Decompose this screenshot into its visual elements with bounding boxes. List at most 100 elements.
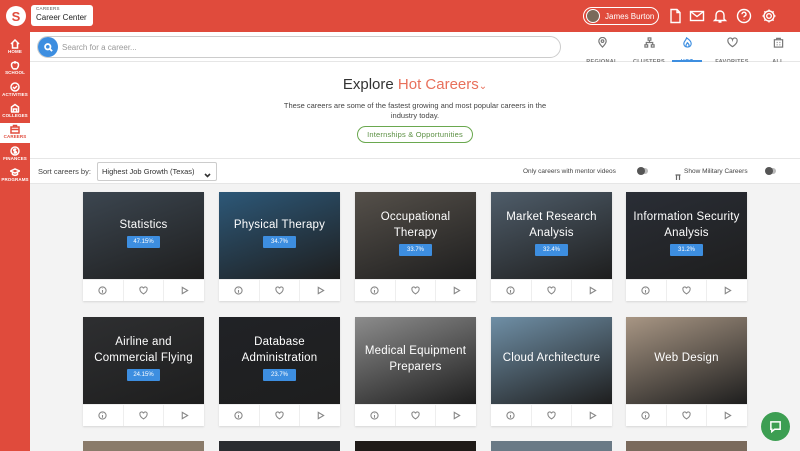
military-toggle-label: Show Military Careers — [684, 168, 748, 175]
favorite-button[interactable] — [260, 405, 301, 426]
career-title: Database — [254, 336, 305, 348]
career-card[interactable]: Market Research Analysis 32.4% — [491, 192, 612, 301]
career-card[interactable]: Occupational Therapy 33.7% — [355, 192, 476, 301]
favorite-button[interactable] — [532, 280, 573, 301]
sidebar-item-activities[interactable]: ACTIVITIES — [0, 81, 30, 101]
favorite-button[interactable] — [396, 405, 437, 426]
career-card[interactable]: Physical Therapy 34.7% — [219, 192, 340, 301]
sidebar-item-colleges[interactable]: COLLEGES — [0, 102, 30, 122]
mail-icon[interactable] — [689, 8, 705, 24]
career-title: Occupational — [380, 211, 451, 223]
info-button[interactable] — [219, 405, 260, 426]
bell-icon[interactable] — [712, 8, 728, 24]
video-button[interactable] — [572, 405, 612, 426]
video-button[interactable] — [436, 405, 476, 426]
info-button[interactable] — [83, 405, 124, 426]
career-card[interactable] — [491, 441, 612, 451]
sidebar-item-home[interactable]: HOME — [0, 38, 30, 58]
heart-icon — [682, 411, 691, 420]
sidebar-item-school[interactable]: SCHOOL — [0, 59, 30, 79]
document-icon[interactable] — [667, 8, 683, 24]
favorite-button[interactable] — [124, 405, 165, 426]
favorite-button[interactable] — [532, 405, 573, 426]
chat-button[interactable] — [761, 412, 790, 441]
career-card[interactable]: Airline and Commercial Flying 24.15% — [83, 317, 204, 426]
title-prefix: Explore — [342, 76, 394, 93]
info-icon — [370, 286, 379, 295]
sidebar-item-finances[interactable]: FINANCES — [0, 145, 30, 165]
career-card[interactable] — [626, 441, 747, 451]
card-actions — [626, 404, 747, 426]
info-button[interactable] — [626, 405, 667, 426]
tab-favorites[interactable]: FAVORITES — [711, 32, 753, 65]
tab-clusters[interactable]: CLUSTERS — [630, 32, 668, 65]
info-button[interactable] — [355, 280, 396, 301]
sort-select[interactable]: Highest Job Growth (Texas) — [97, 162, 217, 181]
career-card[interactable]: Cloud Architecture — [491, 317, 612, 426]
favorite-button[interactable] — [260, 280, 301, 301]
career-card[interactable] — [83, 441, 204, 451]
tab-regional[interactable]: REGIONAL — [582, 32, 622, 65]
info-button[interactable] — [626, 280, 667, 301]
video-button[interactable] — [300, 280, 340, 301]
play-icon — [317, 286, 325, 295]
career-card[interactable] — [355, 441, 476, 451]
info-icon — [98, 411, 107, 420]
sidebar-item-careers[interactable]: CAREERS — [0, 123, 30, 143]
favorite-button[interactable] — [667, 280, 708, 301]
info-icon — [370, 411, 379, 420]
internships-button[interactable]: Internships & Opportunities — [357, 126, 473, 143]
career-card[interactable]: Medical Equipment Preparers — [355, 317, 476, 426]
sidebar-item-label: PROGRAMS — [1, 177, 29, 182]
info-button[interactable] — [219, 280, 260, 301]
tab-hot[interactable]: HOT — [672, 32, 702, 65]
video-button[interactable] — [300, 405, 340, 426]
video-button[interactable] — [707, 405, 747, 426]
career-card[interactable] — [219, 441, 340, 451]
info-icon — [641, 411, 650, 420]
mentor-toggle[interactable] — [637, 167, 648, 175]
info-button[interactable] — [491, 405, 532, 426]
search-icon — [43, 42, 53, 52]
heart-icon — [726, 37, 738, 48]
card-actions — [83, 279, 204, 301]
info-button[interactable] — [491, 280, 532, 301]
video-button[interactable] — [436, 280, 476, 301]
growth-badge: 34.7% — [263, 236, 296, 248]
building-icon — [10, 103, 20, 113]
career-title: Medical Equipment — [364, 345, 467, 357]
favorite-button[interactable] — [667, 405, 708, 426]
career-card[interactable]: Web Design — [626, 317, 747, 426]
heart-icon — [275, 411, 284, 420]
help-icon[interactable] — [736, 8, 752, 24]
hero-section: Explore Hot Careers⌄ These careers are s… — [30, 62, 800, 158]
info-button[interactable] — [355, 405, 396, 426]
card-actions — [355, 279, 476, 301]
favorite-button[interactable] — [396, 280, 437, 301]
military-toggle[interactable] — [765, 167, 776, 175]
search-button[interactable] — [38, 37, 58, 57]
gear-icon[interactable] — [761, 8, 777, 24]
page-title[interactable]: Explore Hot Careers⌄ — [30, 76, 800, 93]
video-button[interactable] — [707, 280, 747, 301]
info-icon — [234, 411, 243, 420]
tab-all[interactable]: ALL — [765, 32, 791, 65]
career-card[interactable]: Statistics 47.15% — [83, 192, 204, 301]
career-card[interactable]: Database Administration 23.7% — [219, 317, 340, 426]
sidebar-item-programs[interactable]: PROGRAMS — [0, 166, 30, 186]
video-button[interactable] — [164, 405, 204, 426]
building-icon — [773, 37, 783, 48]
favorite-button[interactable] — [124, 280, 165, 301]
app-logo[interactable]: S — [6, 6, 26, 26]
user-menu[interactable]: James Burton — [583, 7, 659, 25]
search-input[interactable] — [37, 36, 561, 58]
video-button[interactable] — [164, 280, 204, 301]
video-button[interactable] — [572, 280, 612, 301]
career-card[interactable]: Information Security Analysis 31.2% — [626, 192, 747, 301]
growth-badge: 32.4% — [535, 244, 568, 256]
info-button[interactable] — [83, 280, 124, 301]
career-title: Analysis — [529, 227, 574, 239]
sidebar: HOME SCHOOL ACTIVITIES COLLEGES CAREERS … — [0, 32, 30, 451]
play-icon — [317, 411, 325, 420]
app-switcher[interactable]: CAREERS Career Center — [31, 5, 93, 26]
